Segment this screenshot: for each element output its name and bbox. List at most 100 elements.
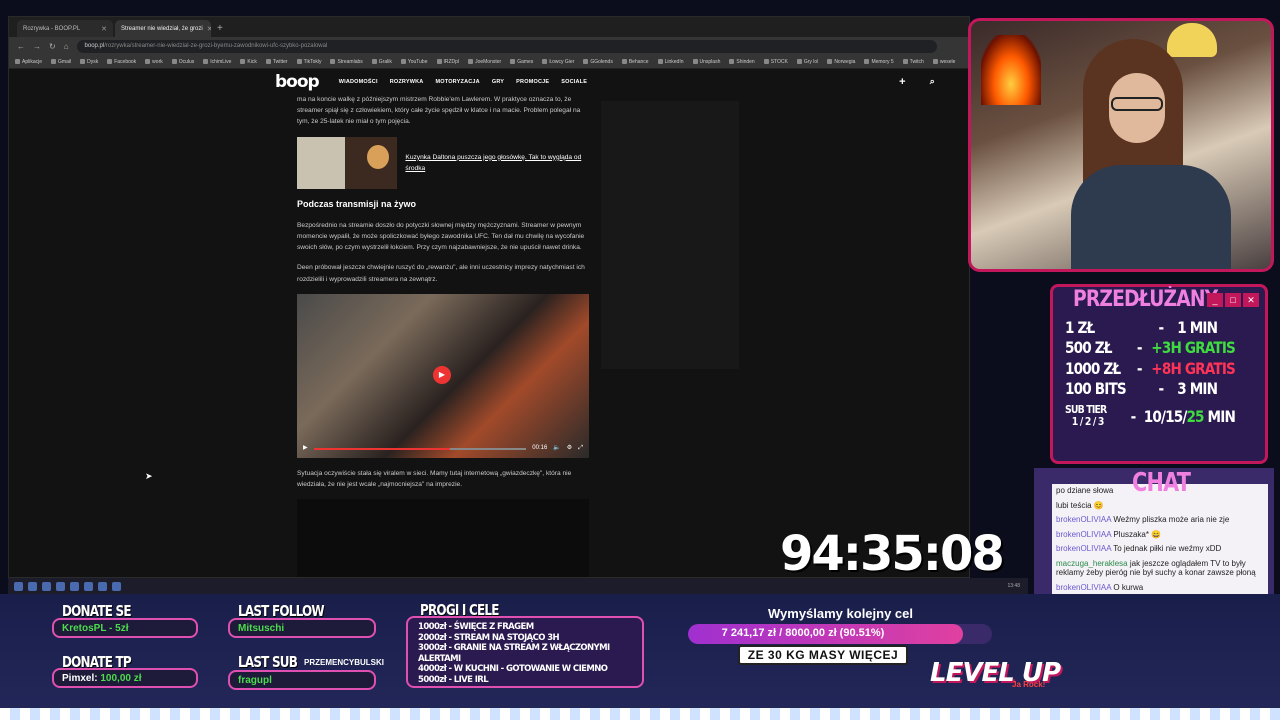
nav-item-rozrywka[interactable]: ROZRYWKA [390, 79, 424, 85]
nav-item-motoryzacja[interactable]: MOTORYZACJA [435, 79, 479, 85]
url-input[interactable]: boop.pl/rozrywka/streamer-nie-wiedzial-z… [76, 39, 937, 53]
volume-icon[interactable]: 🔈 [553, 443, 560, 454]
goal-item: 2000zł - STREAM NA STOJĄCO 3H [418, 632, 560, 643]
bookmark-item[interactable]: Unsplash [692, 59, 720, 65]
bookmark-item[interactable]: Facebook [107, 59, 136, 65]
forward-icon[interactable]: → [33, 42, 41, 51]
chat-username[interactable]: brokenOLIVIAA [1056, 530, 1111, 539]
bookmark-icon [15, 59, 20, 64]
bookmark-icon [51, 59, 57, 64]
video-player[interactable]: ▶ ▶ 00:16 🔈 ⚙ ⤢ [297, 293, 589, 458]
home-icon[interactable]: ⌂ [64, 42, 69, 51]
bookmark-item[interactable]: Łowcy Gier [542, 59, 574, 65]
price-list: 1 ZŁ -1 MIN 500 ZŁ - +3H GRATIS 1000 ZŁ - +8H… [1065, 317, 1265, 433]
close-icon[interactable]: ✕ [101, 25, 107, 33]
panel-title: PRZEDŁUŻANY [1073, 287, 1218, 312]
price-row: SUB TIER 1 / 2 / 3 - 10/15/25 MIN [1065, 403, 1236, 428]
tab-article[interactable]: Streamer nie wiedział, że grozi ✕ [115, 20, 211, 37]
play-button[interactable]: ▶ [303, 443, 308, 454]
snow-ground [0, 708, 1280, 720]
bookmark-item[interactable]: Behance [621, 58, 649, 65]
play-icon[interactable]: ▶ [433, 365, 451, 384]
chat-username[interactable]: brokenOLIVIAA [1056, 515, 1111, 524]
video-progress-fill [313, 447, 450, 450]
bookmark-item[interactable]: Oculus [171, 58, 195, 65]
fullscreen-icon[interactable]: ⤢ [578, 443, 583, 454]
nav-item-promocje[interactable]: PROMOCJE [516, 79, 549, 85]
chat-username[interactable]: maczuga_heraklesa [1056, 559, 1128, 568]
windows-start-icon[interactable] [14, 581, 23, 591]
taskbar-app-icon[interactable] [28, 581, 37, 591]
bookmark-item[interactable]: Shinden [729, 58, 755, 65]
web-page: boop WIADOMOŚCI ROZRYWKA MOTORYZACJA GRY… [9, 69, 969, 577]
bookmark-item[interactable]: Twitter [265, 59, 288, 65]
bookmark-item[interactable]: YouTube [400, 59, 428, 65]
bookmark-item[interactable]: Gmail [51, 59, 71, 65]
level-up-subtitle: Ja Rock! [1012, 680, 1046, 689]
bookmark-item[interactable]: TikTokly [296, 59, 321, 65]
bookmark-label: Behance [628, 58, 649, 65]
bookmark-item[interactable]: work [145, 59, 163, 65]
site-nav: boop WIADOMOŚCI ROZRYWKA MOTORYZACJA GRY… [9, 69, 969, 94]
bookmark-item[interactable]: Aplikacje [15, 59, 42, 65]
bookmark-item[interactable]: Games [510, 59, 533, 65]
bookmark-icon [729, 59, 735, 64]
plus-icon[interactable]: + [899, 76, 906, 88]
bookmark-label: Twitch [909, 58, 924, 65]
related-link[interactable]: Kuzynka Daltona puszcza jego głosówkę. T… [405, 152, 589, 174]
taskbar-app-icon[interactable] [112, 581, 121, 591]
bookmark-item[interactable]: IRZDpl [436, 59, 459, 65]
nav-item-gry[interactable]: GRY [492, 79, 504, 85]
bookmark-item[interactable]: Norwegia [827, 59, 855, 65]
taskbar-app-icon[interactable] [70, 581, 79, 591]
bookmark-item[interactable]: STOCK [763, 59, 788, 65]
new-tab-icon[interactable]: + [217, 23, 223, 34]
bookmark-item[interactable]: Gralik [371, 59, 392, 65]
bookmark-item[interactable]: Twitch [902, 58, 924, 65]
sidebar-ad [601, 101, 739, 369]
close-icon[interactable]: ✕ [207, 25, 211, 33]
bookmark-item[interactable]: IchimLive [203, 59, 231, 65]
search-icon[interactable]: ⌕ [930, 76, 935, 87]
bookmark-icon [371, 59, 377, 64]
bookmark-item[interactable]: Dysk [80, 59, 98, 65]
bookmark-item[interactable]: GGolends [583, 59, 613, 65]
taskbar-app-icon[interactable] [42, 581, 51, 591]
bookmark-item[interactable]: LinkedIn [657, 58, 684, 65]
chat-username[interactable]: brokenOLIVIAA [1056, 583, 1111, 592]
nav-item-wiadomosci[interactable]: WIADOMOŚCI [339, 79, 378, 85]
taskbar-app-icon[interactable] [56, 581, 65, 591]
bookmark-icon [240, 59, 246, 64]
nav-item-sociale[interactable]: SOCIALE [561, 79, 587, 85]
minimize-icon: _ [1207, 293, 1223, 307]
bookmark-item[interactable]: Gry lol [796, 59, 818, 65]
bookmark-item[interactable]: Streamlabs [330, 59, 363, 65]
bookmark-label: Norwegia [834, 58, 856, 65]
browser-window: Rozrywka - BOOP.PL ✕ Streamer nie wiedzia… [8, 16, 970, 578]
bookmark-item[interactable]: Kick [240, 59, 257, 65]
bookmark-label: GGolends [590, 58, 613, 65]
bookmark-item[interactable]: JoeMonster [468, 59, 501, 65]
chat-message: maczuga_heraklesa jak jeszcze oglądałem … [1056, 559, 1264, 578]
price-row: 1000 ZŁ - +8H GRATIS [1065, 358, 1236, 378]
tab-rozrywka[interactable]: Rozrywka - BOOP.PL ✕ [17, 20, 113, 37]
chat-text: po dziane słowa [1056, 486, 1114, 495]
settings-icon[interactable]: ⚙ [567, 443, 572, 454]
chat-username[interactable]: brokenOLIVIAA [1056, 544, 1111, 553]
bookmark-label: Shinden [736, 58, 755, 65]
related-thumbnail[interactable] [297, 136, 398, 189]
bookmark-label: Łowcy Gier [549, 58, 575, 65]
site-logo[interactable]: boop [275, 72, 320, 92]
back-icon[interactable]: ← [17, 42, 25, 51]
related-article[interactable]: Kuzynka Daltona puszcza jego głosówkę. T… [297, 136, 589, 189]
url-path: /rozrywka/streamer-nie-wiedzial-ze-grozi… [104, 43, 328, 49]
bookmark-item[interactable]: Memory 5 [864, 59, 894, 65]
bookmark-label: LinkedIn [664, 58, 684, 65]
taskbar-app-icon[interactable] [84, 581, 93, 591]
bookmark-label: Oculus [178, 58, 195, 65]
taskbar-app-icon[interactable] [98, 581, 107, 591]
video-progress-bar[interactable] [313, 447, 527, 450]
bookmark-icon [330, 59, 336, 64]
reload-icon[interactable]: ↻ [49, 42, 56, 51]
bookmark-item[interactable]: wesele [932, 59, 955, 65]
